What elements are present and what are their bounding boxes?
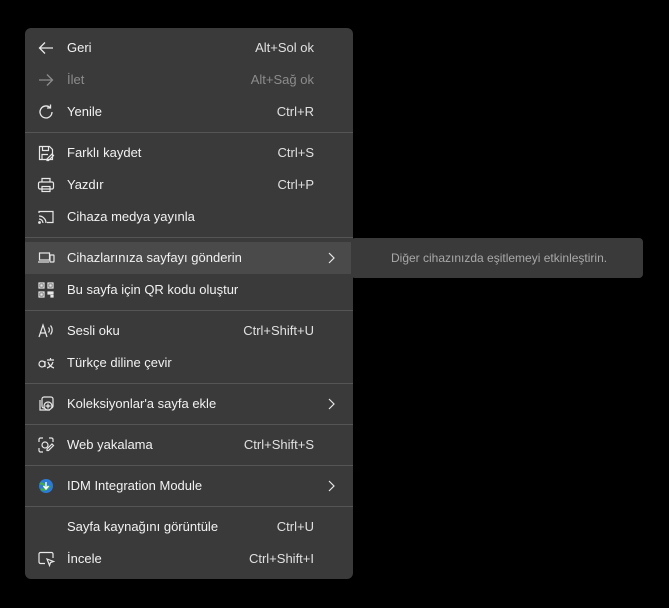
menu-item-idm[interactable]: IDM Integration Module: [25, 470, 353, 502]
chevron-right-icon: [324, 479, 338, 493]
cast-icon: [37, 208, 55, 226]
menu-item-qr-code[interactable]: Bu sayfa için QR kodu oluştur: [25, 274, 353, 306]
menu-item-label: Koleksiyonlar'a sayfa ekle: [67, 396, 217, 411]
menu-item-cast[interactable]: Cihaza medya yayınla: [25, 201, 353, 233]
inspect-icon: [37, 550, 55, 568]
read-aloud-icon: [37, 322, 55, 340]
menu-item-label: İlet: [67, 72, 85, 87]
collections-add-icon: [37, 395, 55, 413]
context-menu: Geri Alt+Sol ok İlet Alt+Sağ ok Yenile C…: [25, 28, 353, 579]
menu-separator: [25, 424, 353, 425]
arrow-left-icon: [37, 39, 55, 57]
menu-item-forward[interactable]: İlet Alt+Sağ ok: [25, 64, 353, 96]
menu-separator: [25, 506, 353, 507]
menu-item-label: Sayfa kaynağını görüntüle: [67, 519, 219, 534]
menu-separator: [25, 132, 353, 133]
chevron-right-icon: [324, 251, 338, 265]
menu-item-label: IDM Integration Module: [67, 478, 203, 493]
laptop-phone-icon: [37, 249, 55, 267]
menu-item-label: Cihazlarınıza sayfayı gönderin: [67, 250, 242, 265]
menu-item-shortcut: Alt+Sağ ok: [250, 72, 314, 87]
menu-item-web-capture[interactable]: Web yakalama Ctrl+Shift+S: [25, 429, 353, 461]
save-icon: [37, 144, 55, 162]
menu-item-label: Yazdır: [67, 177, 104, 192]
send-to-devices-submenu: Diğer cihazınızda eşitlemeyi etkinleştir…: [351, 238, 643, 278]
menu-item-shortcut: Ctrl+Shift+U: [243, 323, 314, 338]
menu-item-send-to-devices[interactable]: Cihazlarınıza sayfayı gönderin: [25, 242, 353, 274]
menu-item-inspect[interactable]: İncele Ctrl+Shift+I: [25, 543, 353, 575]
menu-item-label: Türkçe diline çevir: [67, 355, 172, 370]
menu-item-save-as[interactable]: Farklı kaydet Ctrl+S: [25, 137, 353, 169]
menu-separator: [25, 237, 353, 238]
menu-separator: [25, 310, 353, 311]
menu-item-shortcut: Ctrl+R: [276, 104, 314, 119]
menu-item-translate[interactable]: Türkçe diline çevir: [25, 347, 353, 379]
menu-item-label: Bu sayfa için QR kodu oluştur: [67, 282, 239, 297]
menu-item-label: İncele: [67, 551, 102, 566]
qr-code-icon: [37, 281, 55, 299]
web-capture-icon: [37, 436, 55, 454]
menu-item-back[interactable]: Geri Alt+Sol ok: [25, 32, 353, 64]
menu-item-label: Yenile: [67, 104, 102, 119]
chevron-right-icon: [324, 397, 338, 411]
menu-item-collections[interactable]: Koleksiyonlar'a sayfa ekle: [25, 388, 353, 420]
menu-item-shortcut: Ctrl+P: [277, 177, 314, 192]
menu-item-shortcut: Ctrl+U: [276, 519, 314, 534]
refresh-icon: [37, 103, 55, 121]
menu-separator: [25, 465, 353, 466]
menu-item-view-source[interactable]: Sayfa kaynağını görüntüle Ctrl+U: [25, 511, 353, 543]
menu-separator: [25, 383, 353, 384]
menu-item-shortcut: Alt+Sol ok: [255, 40, 314, 55]
translate-icon: [37, 354, 55, 372]
menu-item-shortcut: Ctrl+S: [277, 145, 314, 160]
printer-icon: [37, 176, 55, 194]
menu-item-label: Farklı kaydet: [67, 145, 142, 160]
menu-item-label: Cihaza medya yayınla: [67, 209, 195, 224]
menu-item-label: Geri: [67, 40, 92, 55]
menu-item-refresh[interactable]: Yenile Ctrl+R: [25, 96, 353, 128]
arrow-right-icon: [37, 71, 55, 89]
menu-item-shortcut: Ctrl+Shift+I: [248, 551, 314, 566]
idm-globe-icon: [37, 477, 55, 495]
menu-item-print[interactable]: Yazdır Ctrl+P: [25, 169, 353, 201]
menu-item-label: Sesli oku: [67, 323, 120, 338]
menu-item-shortcut: Ctrl+Shift+S: [243, 437, 314, 452]
menu-item-label: Web yakalama: [67, 437, 153, 452]
submenu-message: Diğer cihazınızda eşitlemeyi etkinleştir…: [391, 251, 608, 265]
menu-item-read-aloud[interactable]: Sesli oku Ctrl+Shift+U: [25, 315, 353, 347]
